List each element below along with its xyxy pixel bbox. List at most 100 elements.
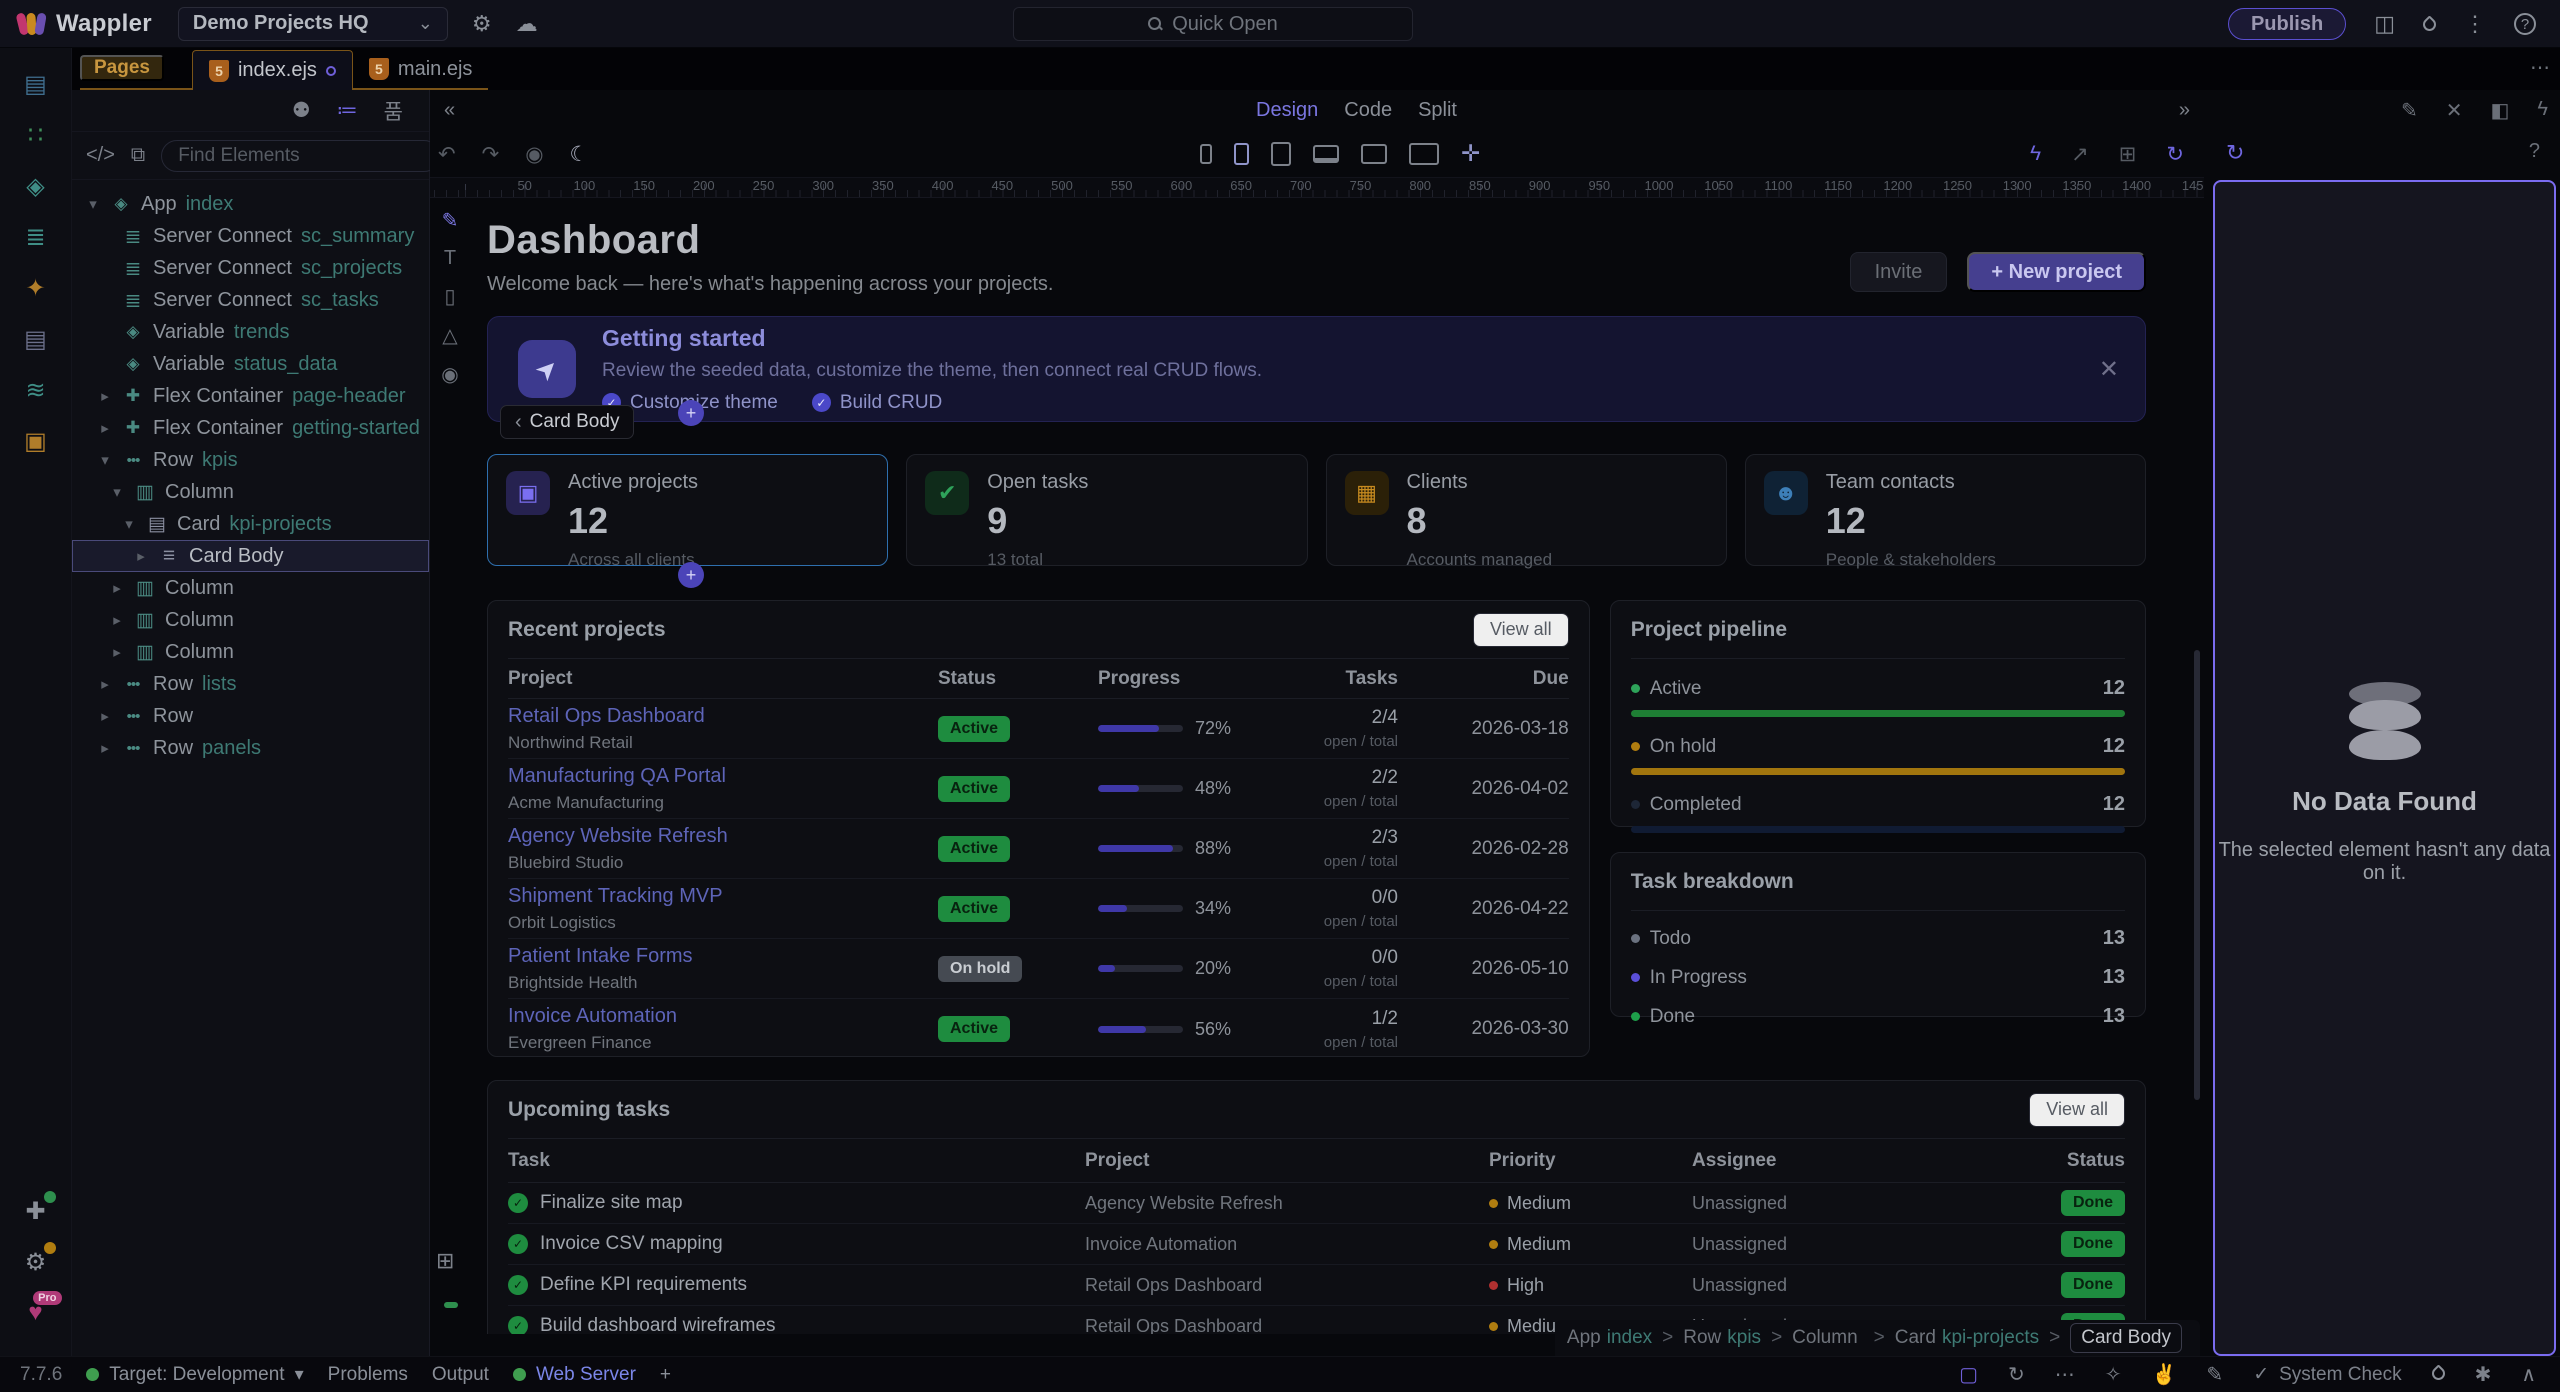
breadcrumb-segment[interactable]: Rowkpis > xyxy=(1683,1327,1792,1349)
device-laptop-icon[interactable] xyxy=(1313,145,1339,163)
device-desktop-icon[interactable] xyxy=(1361,144,1387,164)
pages-icon[interactable]: ▤ xyxy=(14,62,58,106)
tree-item[interactable]: ▸ Column xyxy=(72,572,429,604)
task-row[interactable]: ✓ Finalize site map Agency Website Refre… xyxy=(508,1183,2125,1224)
tree-chevron-icon[interactable]: ▸ xyxy=(97,419,113,437)
preferences-gear-icon[interactable]: ⚙ xyxy=(14,1240,58,1284)
project-row[interactable]: Shipment Tracking MVP Orbit Logistics Ac… xyxy=(508,879,1569,939)
project-selector[interactable]: Demo Projects HQ ⌄ xyxy=(178,7,448,41)
task-row[interactable]: ✓ Define KPI requirements Retail Ops Das… xyxy=(508,1265,2125,1306)
device-desktop-large-icon[interactable] xyxy=(1409,143,1439,165)
quick-open-button[interactable]: Quick Open xyxy=(1013,7,1413,41)
tree-chevron-icon[interactable]: ▸ xyxy=(97,739,113,757)
kpi-card[interactable]: ☻ Team contacts 12 People & stakeholders xyxy=(1745,454,2146,566)
dynamic-lightning-icon[interactable]: ϟ xyxy=(2537,98,2548,123)
project-row[interactable]: Patient Intake Forms Brightside Health O… xyxy=(508,939,1569,999)
brush-icon[interactable]: ✎ xyxy=(2206,1362,2223,1387)
extensions-icon[interactable]: ✚ xyxy=(14,1189,58,1233)
experiment-flask-icon[interactable]: △ xyxy=(442,323,457,348)
device-phone-large-icon[interactable] xyxy=(1234,143,1249,165)
droplet-icon[interactable] xyxy=(2432,1363,2445,1386)
tree-item[interactable]: ▸ Column xyxy=(72,636,429,668)
selected-element-badge[interactable]: Card Body xyxy=(500,405,634,439)
delete-icon[interactable]: ✕ xyxy=(2446,98,2463,123)
project-row[interactable]: Invoice Automation Evergreen Finance Act… xyxy=(508,999,1569,1059)
tree-chevron-icon[interactable]: ▸ xyxy=(109,611,125,629)
tree-chevron-icon[interactable]: ▸ xyxy=(109,643,125,661)
stop-icon[interactable]: ▢ xyxy=(1959,1362,1978,1387)
tab-main-ejs[interactable]: 5 main.ejs xyxy=(353,50,488,88)
breadcrumb-segment[interactable]: Card Body > xyxy=(2070,1323,2188,1353)
feedback-icon[interactable]: ✌ xyxy=(2152,1362,2177,1387)
device-responsive-icon[interactable]: ✛ xyxy=(1461,140,1480,167)
sparkles-icon[interactable]: ✧ xyxy=(2105,1362,2122,1387)
components-icon[interactable]: ▣ xyxy=(14,419,58,463)
canvas-scrollbar[interactable] xyxy=(2194,650,2200,1100)
banner-check-item[interactable]: ✓ Build CRUD xyxy=(812,392,942,414)
more-dots-icon[interactable]: ⋯ xyxy=(2055,1362,2075,1387)
task-row[interactable]: ✓ Invoice CSV mapping Invoice Automation… xyxy=(508,1224,2125,1265)
refresh-icon[interactable]: ↻ xyxy=(2166,142,2184,167)
breadcrumb-segment[interactable]: Appindex > xyxy=(1567,1327,1683,1349)
publish-button[interactable]: Publish xyxy=(2228,8,2346,40)
share-icon[interactable]: ↗ xyxy=(2071,142,2089,167)
code-view-icon[interactable]: </> xyxy=(86,144,115,167)
data-panel-help-icon[interactable]: ? xyxy=(2529,140,2540,163)
insert-before-button[interactable]: + xyxy=(678,400,704,426)
mode-split[interactable]: Split xyxy=(1418,99,1457,122)
close-icon[interactable]: ✕ xyxy=(2099,355,2119,384)
undo-icon[interactable]: ↶ xyxy=(438,142,456,167)
web-server-button[interactable]: Web Server xyxy=(513,1364,636,1386)
restart-icon[interactable]: ↻ xyxy=(2008,1362,2025,1387)
tree-item[interactable]: ▾ Row kpis xyxy=(72,444,429,476)
redo-icon[interactable]: ↷ xyxy=(482,142,500,167)
settings-gear-icon[interactable]: ⚙ xyxy=(472,11,492,37)
routes-icon[interactable]: ✦ xyxy=(14,266,58,310)
project-link[interactable]: Shipment Tracking MVP xyxy=(508,885,938,908)
theme-drop-icon[interactable] xyxy=(2420,15,2438,33)
tree-item[interactable]: Server Connect sc_tasks xyxy=(72,284,429,316)
mobile-preview-icon[interactable]: ▯ xyxy=(444,284,455,309)
tree-item[interactable]: Variable status_data xyxy=(72,348,429,380)
device-tablet-icon[interactable] xyxy=(1271,142,1291,166)
screenshot-camera-icon[interactable]: ◉ xyxy=(525,142,543,167)
blocks-icon[interactable]: ⧉ xyxy=(131,144,145,167)
project-link[interactable]: Manufacturing QA Portal xyxy=(508,765,938,788)
system-check-button[interactable]: ✓ System Check xyxy=(2253,1363,2401,1386)
kpi-card[interactable]: ▦ Clients 8 Accounts managed xyxy=(1326,454,1727,566)
project-row[interactable]: Retail Ops Dashboard Northwind Retail Ac… xyxy=(508,699,1569,759)
tree-chevron-icon[interactable]: ▸ xyxy=(97,707,113,725)
tree-chevron-icon[interactable]: ▸ xyxy=(97,387,113,405)
tree-item[interactable]: ▾ App index xyxy=(72,188,429,220)
ai-assistant-icon[interactable]: ⚉ xyxy=(292,98,311,123)
cloud-sync-icon[interactable]: ☁ xyxy=(516,11,538,37)
grid-view-icon[interactable]: ⊞ xyxy=(2119,142,2137,167)
add-panel-icon[interactable]: + xyxy=(660,1364,671,1386)
tree-chevron-icon[interactable]: ▾ xyxy=(109,483,125,501)
invite-button[interactable]: Invite xyxy=(1850,252,1948,292)
find-elements-input[interactable] xyxy=(161,140,440,172)
insert-after-button[interactable]: + xyxy=(678,562,704,588)
kpi-card[interactable]: ▣ Active projects 12 Across all clients xyxy=(487,454,888,566)
project-link[interactable]: Agency Website Refresh xyxy=(508,825,938,848)
tree-chevron-icon[interactable]: ▸ xyxy=(133,547,149,565)
refresh-data-icon[interactable]: ↻ xyxy=(2226,140,2244,166)
tree-item[interactable]: ▸ Flex Container page-header xyxy=(72,380,429,412)
text-tool-icon[interactable]: T xyxy=(444,247,456,270)
help-icon[interactable]: ? xyxy=(2514,13,2536,35)
tree-item[interactable]: ▸ Row panels xyxy=(72,732,429,764)
tree-chevron-icon[interactable]: ▸ xyxy=(109,579,125,597)
breadcrumb-segment[interactable]: Column > xyxy=(1792,1327,1895,1349)
tree-item[interactable]: Server Connect sc_summary xyxy=(72,220,429,252)
tree-item[interactable]: ▸ Column xyxy=(72,604,429,636)
tree-item[interactable]: ▸ Row xyxy=(72,700,429,732)
kebab-menu-icon[interactable]: ⋮ xyxy=(2464,11,2486,37)
project-row[interactable]: Agency Website Refresh Bluebird Studio A… xyxy=(508,819,1569,879)
structure-view-icon[interactable]: ≔ xyxy=(337,98,358,123)
view-all-button[interactable]: View all xyxy=(2029,1093,2125,1127)
tree-item[interactable]: ▸ Card Body xyxy=(72,540,429,572)
dark-mode-moon-icon[interactable]: ☾ xyxy=(570,142,589,167)
tree-item[interactable]: ▸ Flex Container getting-started xyxy=(72,412,429,444)
view-all-button[interactable]: View all xyxy=(1473,613,1569,647)
mode-code[interactable]: Code xyxy=(1344,99,1392,122)
